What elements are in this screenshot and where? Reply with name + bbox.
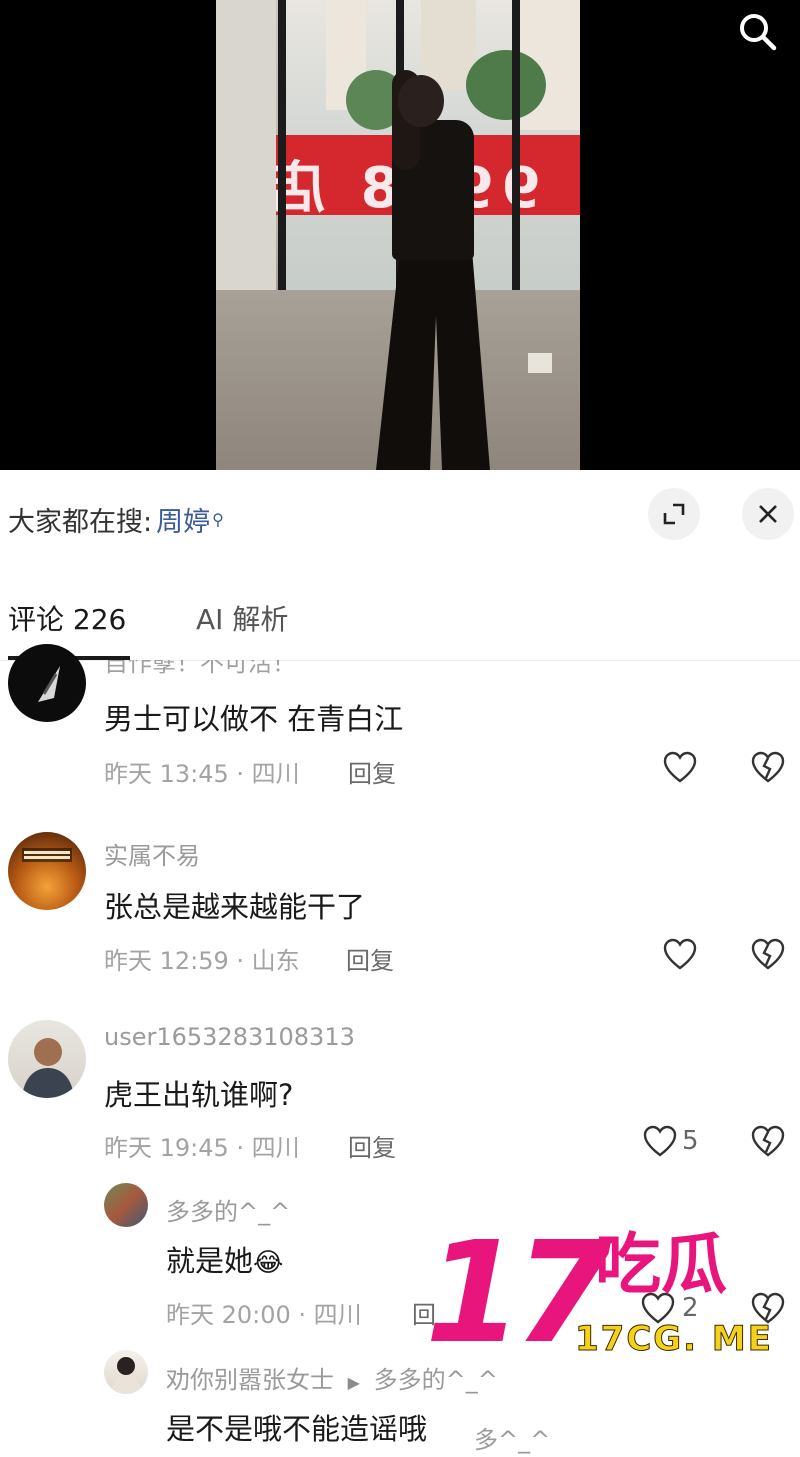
comment-username[interactable]: user1653283108313 (104, 1023, 355, 1051)
hot-search-term[interactable]: 周婷 (156, 500, 210, 539)
watermark-url: 17CG. ME (575, 1319, 773, 1359)
avatar[interactable] (104, 1350, 148, 1394)
search-icon (740, 14, 777, 51)
close-button[interactable] (742, 488, 794, 540)
like-count: 5 (682, 1126, 699, 1156)
comment-meta: 昨天 12:59 · 山东 (104, 947, 300, 975)
avatar[interactable] (8, 644, 86, 722)
watermark-logo: 17 吃瓜 17CG. ME (425, 1224, 795, 1370)
comment-username[interactable]: 实属不易 (104, 836, 200, 871)
broken-heart-icon[interactable] (750, 750, 786, 786)
comment-tabs: 评论 226 AI 解析 (0, 590, 800, 662)
heart-icon[interactable] (662, 937, 698, 973)
tab-ai-analysis[interactable]: AI 解析 (196, 598, 288, 638)
hot-search-label: 大家都在搜: (8, 506, 153, 538)
reply-text: 就是她😂 (166, 1244, 284, 1278)
reply-text: 是不是哦不能造谣哦 (166, 1412, 428, 1446)
search-button[interactable] (736, 10, 780, 54)
comment-text: 虎王出轨谁啊? (104, 1078, 294, 1112)
reply-button[interactable]: 回复 (346, 941, 394, 976)
small-search-icon: ⚲ (212, 509, 224, 529)
laughing-emoji: 😂 (253, 1248, 284, 1278)
comment-meta: 昨天 13:45 · 四川 (104, 760, 300, 788)
watermark-chinese: 吃瓜 (595, 1226, 727, 1303)
video-frame: 9988 店 (216, 0, 580, 470)
heart-icon[interactable] (662, 750, 698, 786)
reply-button[interactable]: 回复 (348, 1128, 396, 1163)
comment-text: 张总是越来越能干了 (104, 890, 366, 924)
quote-tail: 多^_^ (474, 1426, 551, 1454)
reply-button[interactable]: 回复 (348, 754, 396, 789)
expand-icon (663, 503, 685, 525)
video-player[interactable]: 9988 店 (0, 0, 800, 470)
close-icon (759, 505, 777, 523)
reply-username[interactable]: 多多的^_^ (166, 1192, 290, 1227)
heart-icon[interactable] (642, 1124, 678, 1160)
avatar[interactable] (8, 1020, 86, 1098)
comment-meta: 昨天 19:45 · 四川 (104, 1134, 300, 1162)
avatar[interactable] (8, 832, 86, 910)
broken-heart-icon[interactable] (750, 937, 786, 973)
comment-text: 男士可以做不 在青白江 (104, 702, 404, 736)
tab-comments[interactable]: 评论 226 (8, 598, 126, 638)
expand-button[interactable] (648, 488, 700, 540)
reply-arrow-icon: ▶ (347, 1373, 360, 1392)
clipped-username: 自作孽！不可活！ (104, 660, 296, 674)
reply-meta: 昨天 20:00 · 四川 (166, 1301, 362, 1329)
broken-heart-icon[interactable] (750, 1124, 786, 1160)
avatar[interactable] (104, 1183, 148, 1227)
